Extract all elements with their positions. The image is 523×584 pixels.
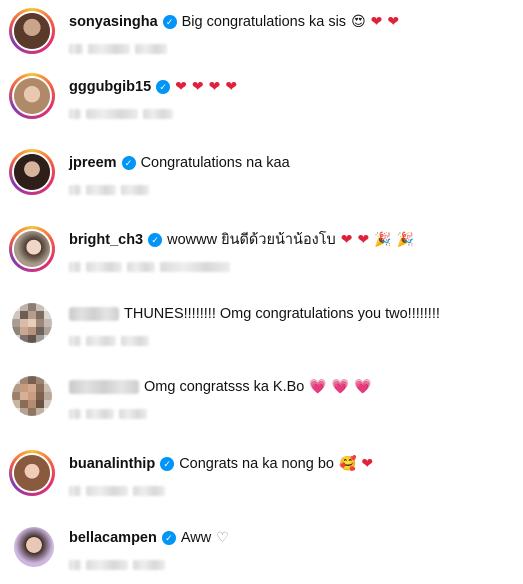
comment-username[interactable]: bright_ch3 xyxy=(69,230,143,250)
heart-emoji: ❤ xyxy=(175,79,187,95)
comment-item: bellacampen ✓ Aww ♡ xyxy=(0,524,523,584)
comment-item: Omg congratsss ka K.Bo 💗 💗 💗 xyxy=(0,373,523,433)
heart-emoji: ❤ xyxy=(340,232,353,248)
comment-text: Congratulations na kaa xyxy=(140,155,290,171)
comment-text: Omg congratsss ka K.Bo xyxy=(144,379,305,395)
comment-meta xyxy=(69,560,165,570)
comment-text-line: THUNES!!!!!!!! Omg congratulations you t… xyxy=(69,304,440,324)
comment-username[interactable]: sonyasingha xyxy=(69,12,158,32)
white-heart-emoji: ♡ xyxy=(216,530,229,546)
comment-text: Aww xyxy=(180,530,212,546)
party-popper-emoji: 🎉 xyxy=(396,232,415,248)
comment-text-line: bright_ch3 ✓ wowww ยินดีด้วยน้าน้องโบ ❤ … xyxy=(69,230,414,250)
comment-item: sonyasingha ✓ Big congratulations ka sis… xyxy=(0,8,523,68)
avatar[interactable] xyxy=(14,527,54,567)
heart-emoji: ❤ xyxy=(361,456,374,472)
verified-badge-icon: ✓ xyxy=(162,15,177,29)
comment-username[interactable]: jpreem xyxy=(69,153,117,173)
pink-heart-emoji: 💗 xyxy=(309,379,327,395)
comment-text: THUNES!!!!!!!! Omg congratulations you t… xyxy=(124,306,440,322)
verified-badge-icon: ✓ xyxy=(121,156,136,170)
comment-meta xyxy=(69,109,173,119)
heart-eyes-emoji: 😍 xyxy=(351,14,366,30)
comment-text-line: gggubgib15 ✓ ❤ ❤ ❤ ❤ xyxy=(69,77,237,97)
comment-item: buanalinthip ✓ Congrats na ka nong bo 🥰 … xyxy=(0,450,523,510)
comment-text-line: bellacampen ✓ Aww ♡ xyxy=(69,528,229,548)
comment-meta xyxy=(69,44,167,54)
comment-text: Congrats na ka nong bo xyxy=(179,456,334,472)
comment-meta xyxy=(69,336,149,346)
comment-username[interactable]: gggubgib15 xyxy=(69,77,151,97)
verified-badge-icon: ✓ xyxy=(161,531,176,545)
avatar[interactable] xyxy=(9,73,55,119)
smiling-hearts-emoji: 🥰 xyxy=(338,456,357,472)
verified-badge-icon: ✓ xyxy=(160,457,175,471)
comment-text-line: Omg congratsss ka K.Bo 💗 💗 💗 xyxy=(69,377,372,397)
comment-username[interactable]: bellacampen xyxy=(69,528,157,548)
avatar[interactable] xyxy=(12,303,52,343)
heart-emoji: ❤ xyxy=(225,79,238,95)
avatar[interactable] xyxy=(9,149,55,195)
avatar[interactable] xyxy=(9,226,55,272)
heart-emoji: ❤ xyxy=(370,14,383,30)
pink-heart-emoji: 💗 xyxy=(331,379,350,395)
comment-text-line: jpreem ✓ Congratulations na kaa xyxy=(69,153,290,173)
comment-meta xyxy=(69,185,149,195)
comment-meta xyxy=(69,486,165,496)
comment-item: jpreem ✓ Congratulations na kaa xyxy=(0,149,523,209)
comment-username[interactable]: buanalinthip xyxy=(69,454,155,474)
party-popper-emoji: 🎉 xyxy=(374,232,392,248)
verified-badge-icon: ✓ xyxy=(148,233,163,247)
comment-item: THUNES!!!!!!!! Omg congratulations you t… xyxy=(0,300,523,360)
comment-item: gggubgib15 ✓ ❤ ❤ ❤ ❤ xyxy=(0,73,523,133)
comment-meta xyxy=(69,409,147,419)
heart-emoji: ❤ xyxy=(191,79,204,95)
comment-text: Big congratulations ka sis xyxy=(181,14,347,30)
comment-text: wowww ยินดีด้วยน้าน้องโบ xyxy=(167,232,336,248)
heart-emoji: ❤ xyxy=(357,232,370,248)
comment-meta xyxy=(69,262,230,272)
comment-username-blurred[interactable] xyxy=(69,380,139,394)
comment-username-blurred[interactable] xyxy=(69,307,119,321)
avatar[interactable] xyxy=(12,376,52,416)
heart-emoji: ❤ xyxy=(208,79,221,95)
verified-badge-icon: ✓ xyxy=(156,80,171,94)
comment-text-line: sonyasingha ✓ Big congratulations ka sis… xyxy=(69,12,399,32)
comment-item: bright_ch3 ✓ wowww ยินดีด้วยน้าน้องโบ ❤ … xyxy=(0,226,523,286)
avatar[interactable] xyxy=(9,8,55,54)
avatar[interactable] xyxy=(9,450,55,496)
comment-text-line: buanalinthip ✓ Congrats na ka nong bo 🥰 … xyxy=(69,454,373,474)
pink-heart-emoji: 💗 xyxy=(354,379,372,395)
heart-emoji: ❤ xyxy=(387,14,400,30)
